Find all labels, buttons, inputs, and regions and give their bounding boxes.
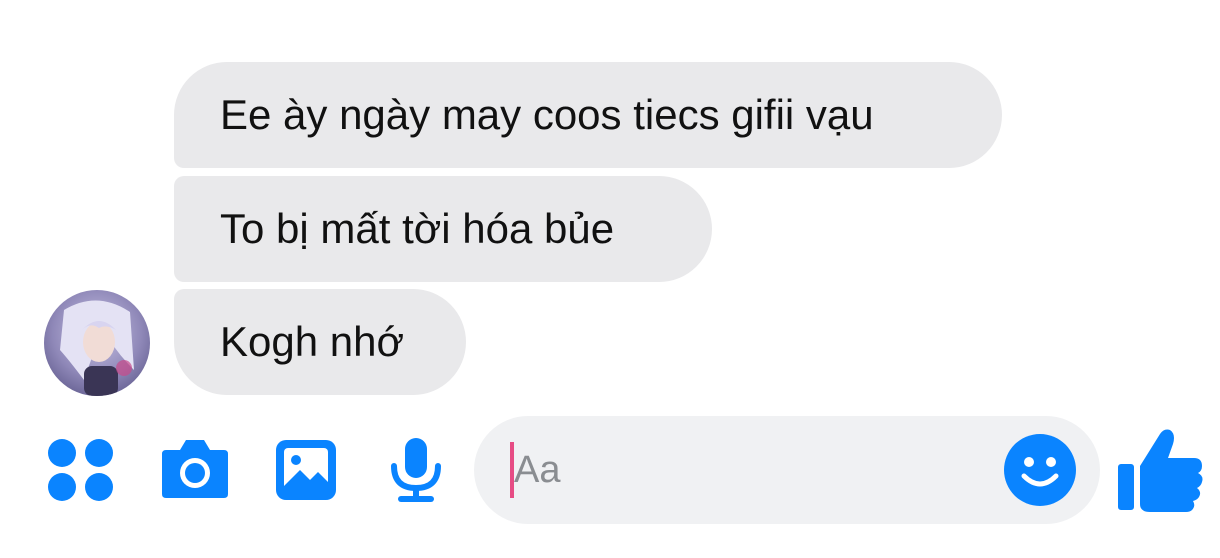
menu-icon[interactable] <box>46 436 116 504</box>
message-input-placeholder: Aa <box>514 449 561 491</box>
like-icon[interactable] <box>1116 426 1206 514</box>
avatar-image <box>44 290 150 396</box>
microphone-icon[interactable] <box>388 436 444 506</box>
message-input[interactable]: Aa <box>474 416 1100 524</box>
gallery-icon[interactable] <box>274 438 338 502</box>
camera-icon[interactable] <box>160 436 230 502</box>
message-text: To bị mất tời hóa bủe <box>220 205 615 252</box>
message-bubble[interactable]: Kogh nhớ <box>174 289 466 395</box>
avatar[interactable] <box>44 290 150 396</box>
message-text: Kogh nhớ <box>220 318 405 365</box>
message-text: Ee ày ngày may coos tiecs gifii vạu <box>220 91 874 138</box>
emoji-icon[interactable] <box>1004 434 1076 506</box>
message-bubble[interactable]: Ee ày ngày may coos tiecs gifii vạu <box>174 62 1002 168</box>
message-bubble[interactable]: To bị mất tời hóa bủe <box>174 176 712 282</box>
